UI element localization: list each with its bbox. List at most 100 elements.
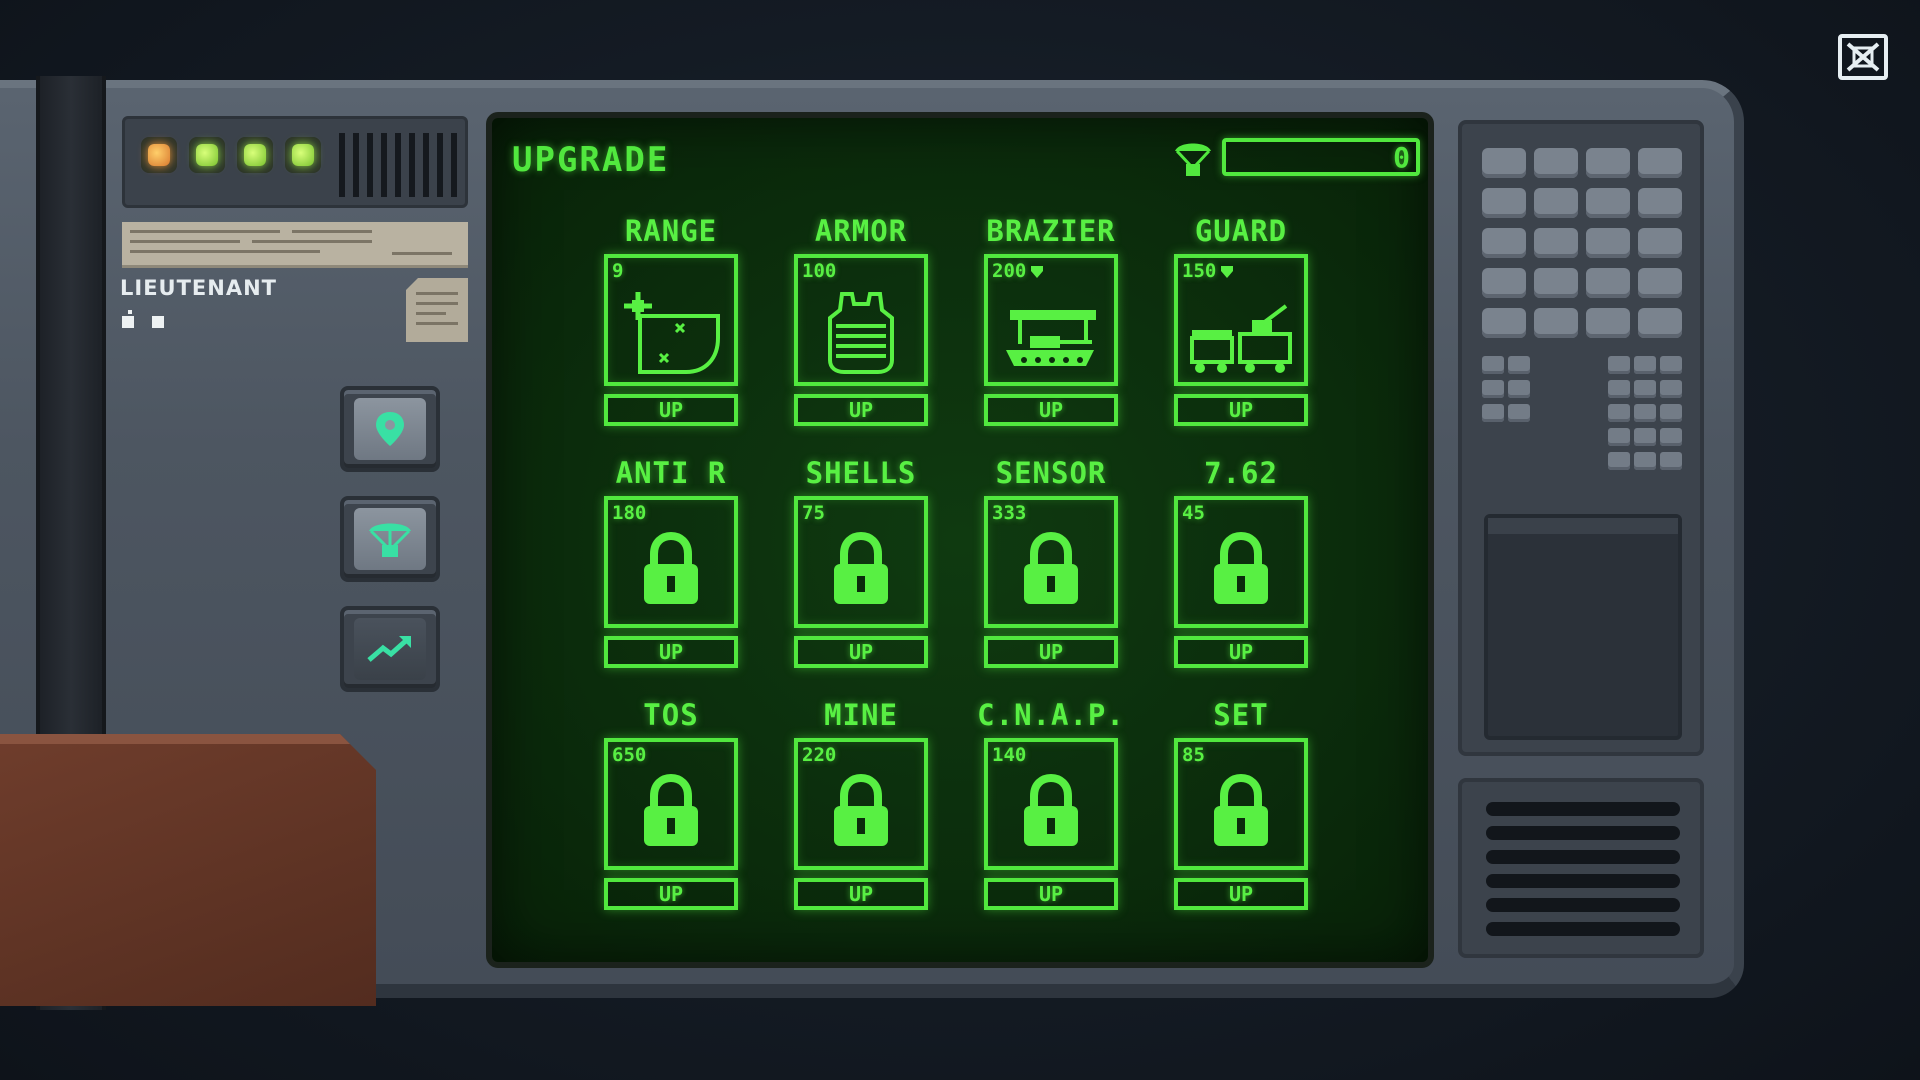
upgrade-cost: 650 <box>612 744 646 766</box>
keypad-small-key <box>1634 404 1656 422</box>
keypad-key <box>1534 268 1578 298</box>
upgrade-button[interactable]: UP <box>984 878 1118 910</box>
upgrade-card: TOS 650 UP <box>604 698 738 910</box>
lock-icon <box>806 522 916 620</box>
upgrade-cost-value: 220 <box>802 744 837 766</box>
upgrade-button[interactable]: UP <box>794 394 928 426</box>
upgrade-grid: RANGE 9 UP ARMOR 100 UP BRAZIER 200 UP GUARD 150 UP… <box>604 214 1310 944</box>
upgrade-cost-value: 45 <box>1182 502 1205 524</box>
upgrade-name: C.N.A.P. <box>977 698 1125 732</box>
upgrade-tile[interactable]: 140 <box>984 738 1118 870</box>
trend-up-icon <box>367 636 411 662</box>
tank-brazier-icon <box>996 280 1106 378</box>
keypad-key <box>1586 148 1630 178</box>
keypad-key <box>1638 148 1682 178</box>
keypad-key <box>1638 228 1682 258</box>
speaker-grille <box>339 133 457 197</box>
upgrade-button[interactable]: UP <box>984 394 1118 426</box>
guard-train-icon <box>1186 280 1296 378</box>
upgrade-cost-value: 650 <box>612 744 647 766</box>
upgrade-cost-value: 75 <box>802 502 825 524</box>
status-led-orange <box>141 137 177 173</box>
upgrade-cost-value: 140 <box>992 744 1027 766</box>
upgrade-button[interactable]: UP <box>604 394 738 426</box>
upgrade-button[interactable]: UP <box>984 636 1118 668</box>
upgrade-button[interactable]: UP <box>604 636 738 668</box>
upgrade-name: 7.62 <box>1204 456 1278 490</box>
keypad-key <box>1482 308 1526 338</box>
keypad-small-key <box>1508 380 1530 398</box>
stats-button[interactable] <box>340 606 440 692</box>
upgrade-name: SENSOR <box>995 456 1107 490</box>
keypad-key <box>1482 268 1526 298</box>
upgrade-card: ANTI R 180 UP <box>604 456 738 668</box>
upgrade-tile[interactable]: 650 <box>604 738 738 870</box>
upgrade-cost: 200 <box>992 260 1044 282</box>
keypad-key <box>1638 268 1682 298</box>
upgrade-card: C.N.A.P. 140 UP <box>977 698 1124 910</box>
upgrade-tile[interactable]: 9 <box>604 254 738 386</box>
keypad-small-key <box>1660 404 1682 422</box>
upgrade-cost-value: 200 <box>992 260 1027 282</box>
keypad-key <box>1534 148 1578 178</box>
upgrade-button[interactable]: UP <box>1174 878 1308 910</box>
keypad-key <box>1534 188 1578 218</box>
upgrade-cost: 85 <box>1182 744 1205 766</box>
range-target-icon <box>616 280 726 378</box>
lock-icon <box>996 764 1106 862</box>
status-led-green <box>285 137 321 173</box>
lock-icon <box>806 764 916 862</box>
upgrade-tile[interactable]: 85 <box>1174 738 1308 870</box>
keypad-small-key <box>1660 356 1682 374</box>
keypad-key <box>1482 228 1526 258</box>
upgrade-cost: 140 <box>992 744 1026 766</box>
upgrade-tile[interactable]: 200 <box>984 254 1118 386</box>
upgrade-cost: 220 <box>802 744 836 766</box>
paper-strip <box>122 222 468 268</box>
upgrade-cost-value: 9 <box>612 260 624 282</box>
shield-icon <box>1216 260 1234 282</box>
upgrade-tile[interactable]: 100 <box>794 254 928 386</box>
upgrade-tile[interactable]: 45 <box>1174 496 1308 628</box>
keypad-small-key <box>1660 452 1682 470</box>
upgrade-button[interactable]: UP <box>1174 636 1308 668</box>
upgrade-cost-value: 333 <box>992 502 1027 524</box>
upgrade-tile[interactable]: 220 <box>794 738 928 870</box>
lock-icon <box>1186 522 1296 620</box>
note-card <box>406 278 468 342</box>
upgrade-name: RANGE <box>624 214 718 248</box>
upgrade-card: BRAZIER 200 UP <box>984 214 1118 426</box>
upgrade-tile[interactable]: 180 <box>604 496 738 628</box>
status-led-green <box>237 137 273 173</box>
keypad-small-key <box>1508 404 1530 422</box>
upgrade-button[interactable]: UP <box>604 878 738 910</box>
map-button[interactable] <box>340 386 440 472</box>
upgrade-tile[interactable]: 150 <box>1174 254 1308 386</box>
upgrade-cost-value: 150 <box>1182 260 1217 282</box>
keypad-small-key <box>1660 380 1682 398</box>
close-x-icon <box>1846 42 1880 72</box>
upgrade-name: ARMOR <box>814 214 908 248</box>
shield-icon <box>1026 260 1044 282</box>
keypad-key <box>1586 308 1630 338</box>
keypad-small-key <box>1634 380 1656 398</box>
upgrade-card: GUARD 150 UP <box>1174 214 1308 426</box>
airdrop-icon <box>369 523 411 557</box>
upgrade-cost-value: 180 <box>612 502 647 524</box>
upgrade-card: ARMOR 100 UP <box>794 214 928 426</box>
upgrade-button[interactable]: UP <box>794 636 928 668</box>
upgrade-button[interactable]: UP <box>1174 394 1308 426</box>
upgrade-tile[interactable]: 75 <box>794 496 928 628</box>
upgrade-cost: 333 <box>992 502 1026 524</box>
close-button[interactable] <box>1838 34 1888 80</box>
airdrop-button[interactable] <box>340 496 440 582</box>
upgrade-tile[interactable]: 333 <box>984 496 1118 628</box>
keypad-small-key <box>1482 356 1504 374</box>
upgrade-card: SHELLS 75 UP <box>794 456 928 668</box>
resource-value: 0 <box>1393 141 1410 174</box>
upgrade-button[interactable]: UP <box>794 878 928 910</box>
upgrade-name: GUARD <box>1194 214 1288 248</box>
rank-label: LIEUTENANT <box>120 276 277 300</box>
map-pin-icon <box>376 412 404 446</box>
upgrade-name: BRAZIER <box>986 214 1116 248</box>
